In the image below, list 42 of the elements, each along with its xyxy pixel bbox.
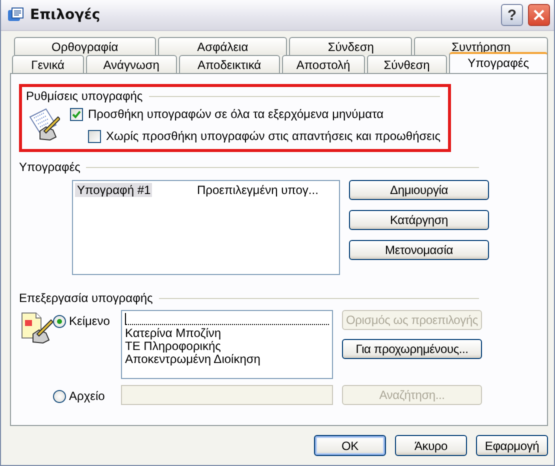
- dialog-button[interactable]: OK: [314, 435, 386, 456]
- text-line: Αποκεντρωμένη Διοίκηση: [125, 353, 262, 366]
- list-item-description: Προεπιλεγμένη υπογ...: [197, 183, 318, 197]
- radio-label[interactable]: Αρχείο: [69, 389, 105, 403]
- close-button[interactable]: [528, 4, 550, 26]
- tab[interactable]: Υπογραφές: [448, 52, 548, 73]
- checkbox[interactable]: [70, 108, 83, 120]
- tab[interactable]: Ορθογραφία: [14, 37, 156, 55]
- action-button[interactable]: Για προχωρημένους...: [342, 339, 482, 359]
- check-icon: [72, 110, 81, 118]
- checkbox-label[interactable]: Προσθήκη υπογραφών σε όλα τα εξερχόμενα μηνύματα: [88, 107, 384, 121]
- radio-button[interactable]: [53, 390, 66, 402]
- radio-button[interactable]: [53, 314, 66, 328]
- group-title: Υπογραφές: [19, 160, 80, 174]
- signature-text-field[interactable]: Κατερίνα Μποζίνη ΤΕ Πληροφορικής Αποκεντρωμένη Διοίκηση: [121, 310, 333, 379]
- group-title: Επεξεργασία υπογραφής: [19, 291, 153, 305]
- action-button[interactable]: Μετονομασία: [349, 240, 489, 260]
- help-button[interactable]: ?: [501, 4, 523, 26]
- tab[interactable]: Αποστολή: [282, 55, 366, 73]
- dialog-button[interactable]: Εφαρμογή: [476, 435, 548, 456]
- radio-label[interactable]: Κείμενο: [69, 314, 110, 328]
- tab[interactable]: Γενικά: [12, 55, 84, 73]
- signature-list[interactable]: Υπογραφή #1 Προεπιλεγμένη υπογ...: [72, 180, 340, 275]
- tab[interactable]: Ασφάλεια: [158, 37, 288, 55]
- signature-drawing: [19, 310, 53, 344]
- close-icon: [533, 9, 545, 21]
- tab[interactable]: Σύνθεση: [367, 55, 447, 73]
- action-button[interactable]: Κατάργηση: [349, 210, 489, 230]
- dialog-button[interactable]: Άκυρο: [395, 435, 467, 456]
- file-field[interactable]: [121, 385, 333, 405]
- tab[interactable]: Σύνδεση: [289, 37, 412, 55]
- app-icon: [7, 7, 25, 23]
- window-title: Επιλογές: [30, 7, 102, 23]
- action-button[interactable]: Δημιουργία: [349, 180, 489, 200]
- checkbox[interactable]: [88, 130, 101, 142]
- text-line: Κατερίνα Μποζίνη: [125, 327, 222, 340]
- checkbox-label[interactable]: Χωρίς προσθήκη υπογραφών στις απαντήσεις και προωθήσεις: [106, 129, 440, 143]
- text-line: ΤΕ Πληροφορικής: [125, 340, 222, 353]
- group-title: Ρυθμίσεις υπογραφής: [26, 89, 143, 103]
- tab[interactable]: Αποδεικτικά: [179, 55, 280, 73]
- list-item[interactable]: Υπογραφή #1: [75, 183, 152, 197]
- tab[interactable]: Ανάγνωση: [86, 55, 178, 73]
